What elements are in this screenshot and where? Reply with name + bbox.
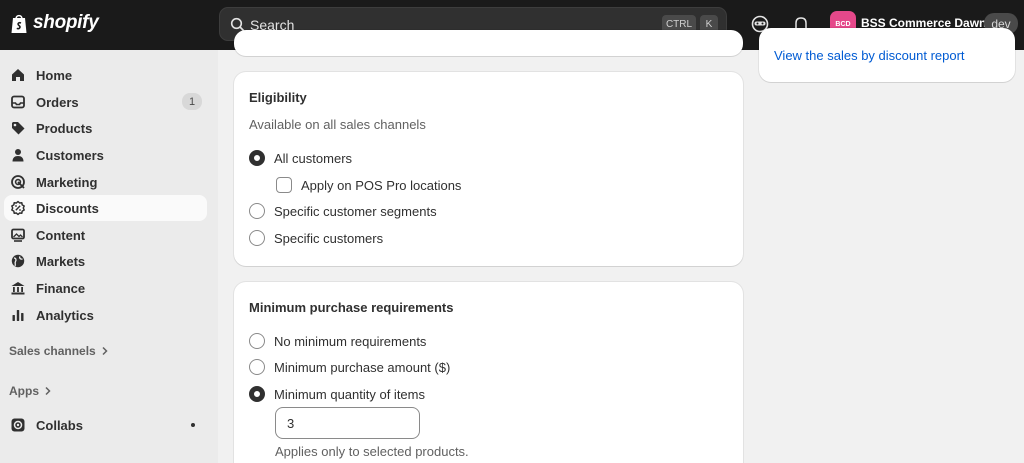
discount-icon (11, 200, 25, 216)
sidebar-item-label: Discounts (36, 201, 99, 216)
sidebar-item-label: Markets (36, 254, 86, 269)
person-icon (12, 149, 24, 162)
minimum-requirements-card: Minimum purchase requirements No minimum… (234, 282, 743, 463)
bar-chart-icon (12, 310, 24, 321)
sidebar-item-label: Analytics (36, 308, 94, 323)
chevron-right-icon (102, 346, 108, 356)
apps-label: Apps (9, 384, 39, 398)
option-label: All customers (274, 150, 353, 166)
option-label: Specific customer segments (274, 203, 437, 219)
sidebar-item-label: Orders (36, 95, 79, 110)
radio-button[interactable] (249, 359, 265, 375)
option-label: Minimum quantity of items (274, 386, 425, 402)
chevron-right-icon (45, 386, 51, 396)
sidebar-item-finance[interactable]: Finance (4, 275, 207, 301)
shopify-logo[interactable]: shopify (10, 12, 99, 34)
quantity-helper-text: Applies only to selected products. (275, 444, 469, 459)
previous-card (234, 30, 743, 56)
sidebar: Home Orders 1 Products Customers Marketi… (0, 50, 218, 463)
sidebar-item-home[interactable]: Home (4, 62, 207, 88)
radio-button[interactable] (249, 230, 265, 246)
apps-section[interactable]: Apps (9, 384, 52, 398)
sidebar-item-customers[interactable]: Customers (4, 142, 207, 168)
inbox-icon (11, 95, 25, 109)
sales-channels-label: Sales channels (9, 344, 96, 358)
checkbox[interactable] (276, 177, 292, 193)
sidebar-item-label: Content (36, 228, 86, 243)
sidebar-item-collabs[interactable]: Collabs (4, 412, 207, 438)
eligibility-subtitle: Available on all sales channels (249, 117, 426, 132)
collabs-app-icon (11, 418, 25, 432)
notification-dot (191, 423, 195, 427)
tag-icon (12, 122, 25, 135)
radio-button[interactable] (249, 203, 265, 219)
radio-button[interactable] (249, 386, 265, 402)
radio-minimum-quantity[interactable]: Minimum quantity of items (249, 386, 425, 402)
option-label: No minimum requirements (274, 333, 427, 349)
sidebar-item-products[interactable]: Products (4, 115, 207, 141)
sidebar-item-markets[interactable]: Markets (4, 248, 207, 274)
sidebar-item-label: Marketing (36, 175, 98, 190)
sidebar-item-analytics[interactable]: Analytics (4, 302, 207, 328)
minimum-requirements-title: Minimum purchase requirements (249, 300, 454, 315)
option-label: Apply on POS Pro locations (301, 177, 462, 193)
radio-no-minimum[interactable]: No minimum requirements (249, 333, 426, 349)
sidebar-item-label: Collabs (36, 418, 83, 433)
radio-specific-customers[interactable]: Specific customers (249, 230, 383, 246)
logo-text: shopify (33, 12, 99, 33)
sidebar-item-label: Products (36, 121, 93, 136)
sidebar-item-discounts[interactable]: Discounts (4, 195, 207, 221)
sidebar-item-label: Home (36, 68, 73, 83)
sales-channels-section[interactable]: Sales channels (9, 344, 109, 358)
bank-icon (11, 282, 25, 295)
minimum-quantity-input[interactable] (275, 407, 420, 439)
radio-button[interactable] (249, 333, 265, 349)
radio-minimum-amount[interactable]: Minimum purchase amount ($) (249, 359, 450, 375)
home-icon (12, 69, 24, 81)
summary-card: View the sales by discount report (759, 28, 1015, 82)
globe-icon (11, 254, 25, 268)
pos-pro-checkbox[interactable]: Apply on POS Pro locations (276, 177, 461, 193)
sidebar-item-orders[interactable]: Orders 1 (4, 89, 207, 115)
eligibility-title: Eligibility (249, 90, 307, 105)
option-label: Specific customers (274, 230, 384, 246)
radio-button[interactable] (249, 150, 265, 166)
orders-count-badge: 1 (182, 93, 202, 110)
option-label: Minimum purchase amount ($) (274, 359, 451, 375)
sidebar-item-content[interactable]: Content (4, 222, 207, 248)
eligibility-card: Eligibility Available on all sales chann… (234, 72, 743, 266)
sales-by-discount-report-link[interactable]: View the sales by discount report (774, 48, 965, 63)
sidebar-item-marketing[interactable]: Marketing (4, 169, 207, 195)
sidebar-item-label: Finance (36, 281, 86, 296)
radio-specific-segments[interactable]: Specific customer segments (249, 203, 437, 219)
radio-all-customers[interactable]: All customers (249, 150, 352, 166)
target-icon (11, 175, 25, 189)
image-icon (11, 228, 25, 242)
sidebar-item-label: Customers (36, 148, 104, 163)
shopify-bag-icon (11, 14, 27, 33)
